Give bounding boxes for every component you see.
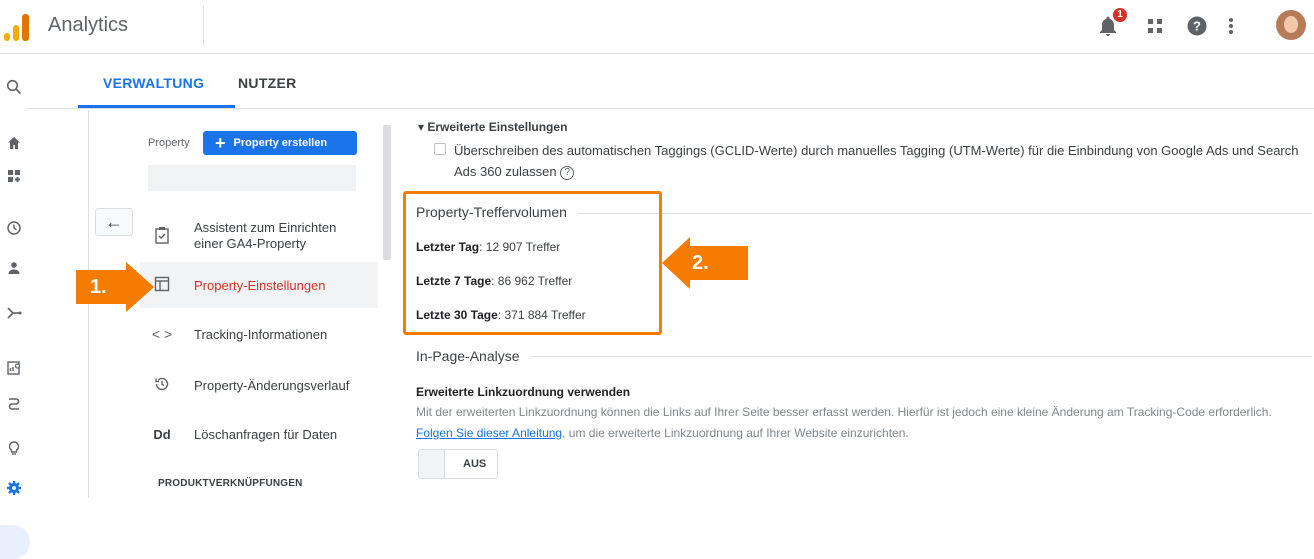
notification-badge: 1 bbox=[1113, 8, 1127, 22]
acquisition-icon[interactable] bbox=[6, 305, 22, 321]
apps-grid-icon[interactable] bbox=[1146, 12, 1164, 40]
history-icon bbox=[150, 376, 174, 395]
callout-1-arrow bbox=[126, 262, 154, 312]
in-page-analysis-title: In-Page-Analyse bbox=[416, 348, 530, 364]
enhanced-link-attribution-toggle[interactable]: AUS bbox=[418, 449, 498, 479]
left-rail bbox=[0, 55, 30, 559]
property-selector[interactable] bbox=[148, 165, 356, 191]
nav-item-property-settings[interactable]: Property-Einstellungen bbox=[150, 276, 326, 295]
audience-icon[interactable] bbox=[6, 260, 22, 276]
product-links-heading: PRODUKTVERKNÜPFUNGEN bbox=[158, 478, 303, 489]
avatar[interactable] bbox=[1276, 10, 1306, 40]
enhanced-link-attribution-heading: Erweiterte Linkzuordnung verwenden bbox=[416, 385, 631, 399]
enhanced-link-attribution-description: Mit der erweiterten Linkzuordnung können… bbox=[416, 405, 1272, 440]
nav-item-ga4-assistant[interactable]: Assistent zum Einrichten einer GA4-Prope… bbox=[150, 220, 344, 252]
tab-verwaltung[interactable]: VERWALTUNG bbox=[103, 75, 204, 91]
customization-icon[interactable] bbox=[6, 168, 22, 184]
reports-icon[interactable] bbox=[6, 360, 22, 376]
section-divider bbox=[416, 356, 1312, 357]
plus-icon: + bbox=[215, 133, 226, 153]
more-vert-icon[interactable] bbox=[1228, 12, 1234, 40]
home-icon[interactable] bbox=[6, 135, 22, 151]
attribution-icon[interactable] bbox=[6, 395, 22, 411]
tab-nutzer[interactable]: NUTZER bbox=[238, 75, 297, 91]
nav-item-label: Property-Einstellungen bbox=[194, 278, 326, 293]
top-bar: Analytics 1 ? bbox=[0, 0, 1314, 54]
nav-item-label: Property-Änderungsverlauf bbox=[194, 378, 350, 393]
toggle-knob bbox=[419, 450, 445, 478]
nav-item-data-deletion[interactable]: Dd Löschanfragen für Daten bbox=[150, 427, 337, 442]
callout-2-arrow bbox=[662, 237, 690, 289]
nav-item-label: Tracking-Informationen bbox=[194, 326, 328, 342]
svg-text:?: ? bbox=[1193, 19, 1201, 34]
auto-tagging-override-checkbox[interactable] bbox=[434, 143, 446, 155]
discover-icon[interactable] bbox=[6, 440, 22, 456]
property-column-label: Property bbox=[148, 137, 190, 149]
nav-scrollbar[interactable] bbox=[383, 125, 391, 260]
title-divider bbox=[203, 6, 204, 46]
instructions-link[interactable]: Folgen Sie dieser Anleitung bbox=[416, 426, 562, 440]
code-icon: < > bbox=[151, 326, 173, 342]
highlight-box bbox=[403, 191, 662, 335]
admin-tabs: VERWALTUNG NUTZER bbox=[26, 55, 1314, 109]
create-property-label: Property erstellen bbox=[233, 137, 328, 149]
rail-selected-bg bbox=[0, 525, 30, 559]
help-icon[interactable]: ? bbox=[560, 165, 575, 180]
callout-2: 2. bbox=[688, 246, 748, 280]
advanced-settings-heading[interactable]: ▾ Erweiterte Einstellungen bbox=[418, 120, 567, 134]
dd-icon: Dd bbox=[153, 427, 171, 442]
back-arrow-icon[interactable]: ← bbox=[95, 208, 133, 236]
nav-item-label: Assistent zum Einrichten einer GA4-Prope… bbox=[194, 220, 337, 251]
admin-gear-icon[interactable] bbox=[6, 480, 22, 496]
toggle-label: AUS bbox=[463, 458, 487, 470]
app-title: Analytics bbox=[48, 14, 129, 36]
search-icon[interactable] bbox=[6, 79, 22, 95]
analytics-logo-icon[interactable] bbox=[4, 13, 30, 41]
checklist-icon bbox=[150, 226, 174, 247]
create-property-button[interactable]: + Property erstellen bbox=[203, 131, 357, 155]
nav-item-label: Löschanfragen für Daten bbox=[194, 427, 338, 442]
help-icon[interactable]: ? bbox=[1186, 12, 1208, 40]
active-tab-indicator bbox=[78, 105, 235, 108]
nav-item-tracking-info[interactable]: < > Tracking-Informationen bbox=[150, 326, 327, 342]
auto-tagging-override-label: Überschreiben des automatischen Taggings… bbox=[454, 143, 1299, 180]
nav-item-change-history[interactable]: Property-Änderungsverlauf bbox=[150, 376, 349, 395]
realtime-icon[interactable] bbox=[6, 220, 22, 236]
